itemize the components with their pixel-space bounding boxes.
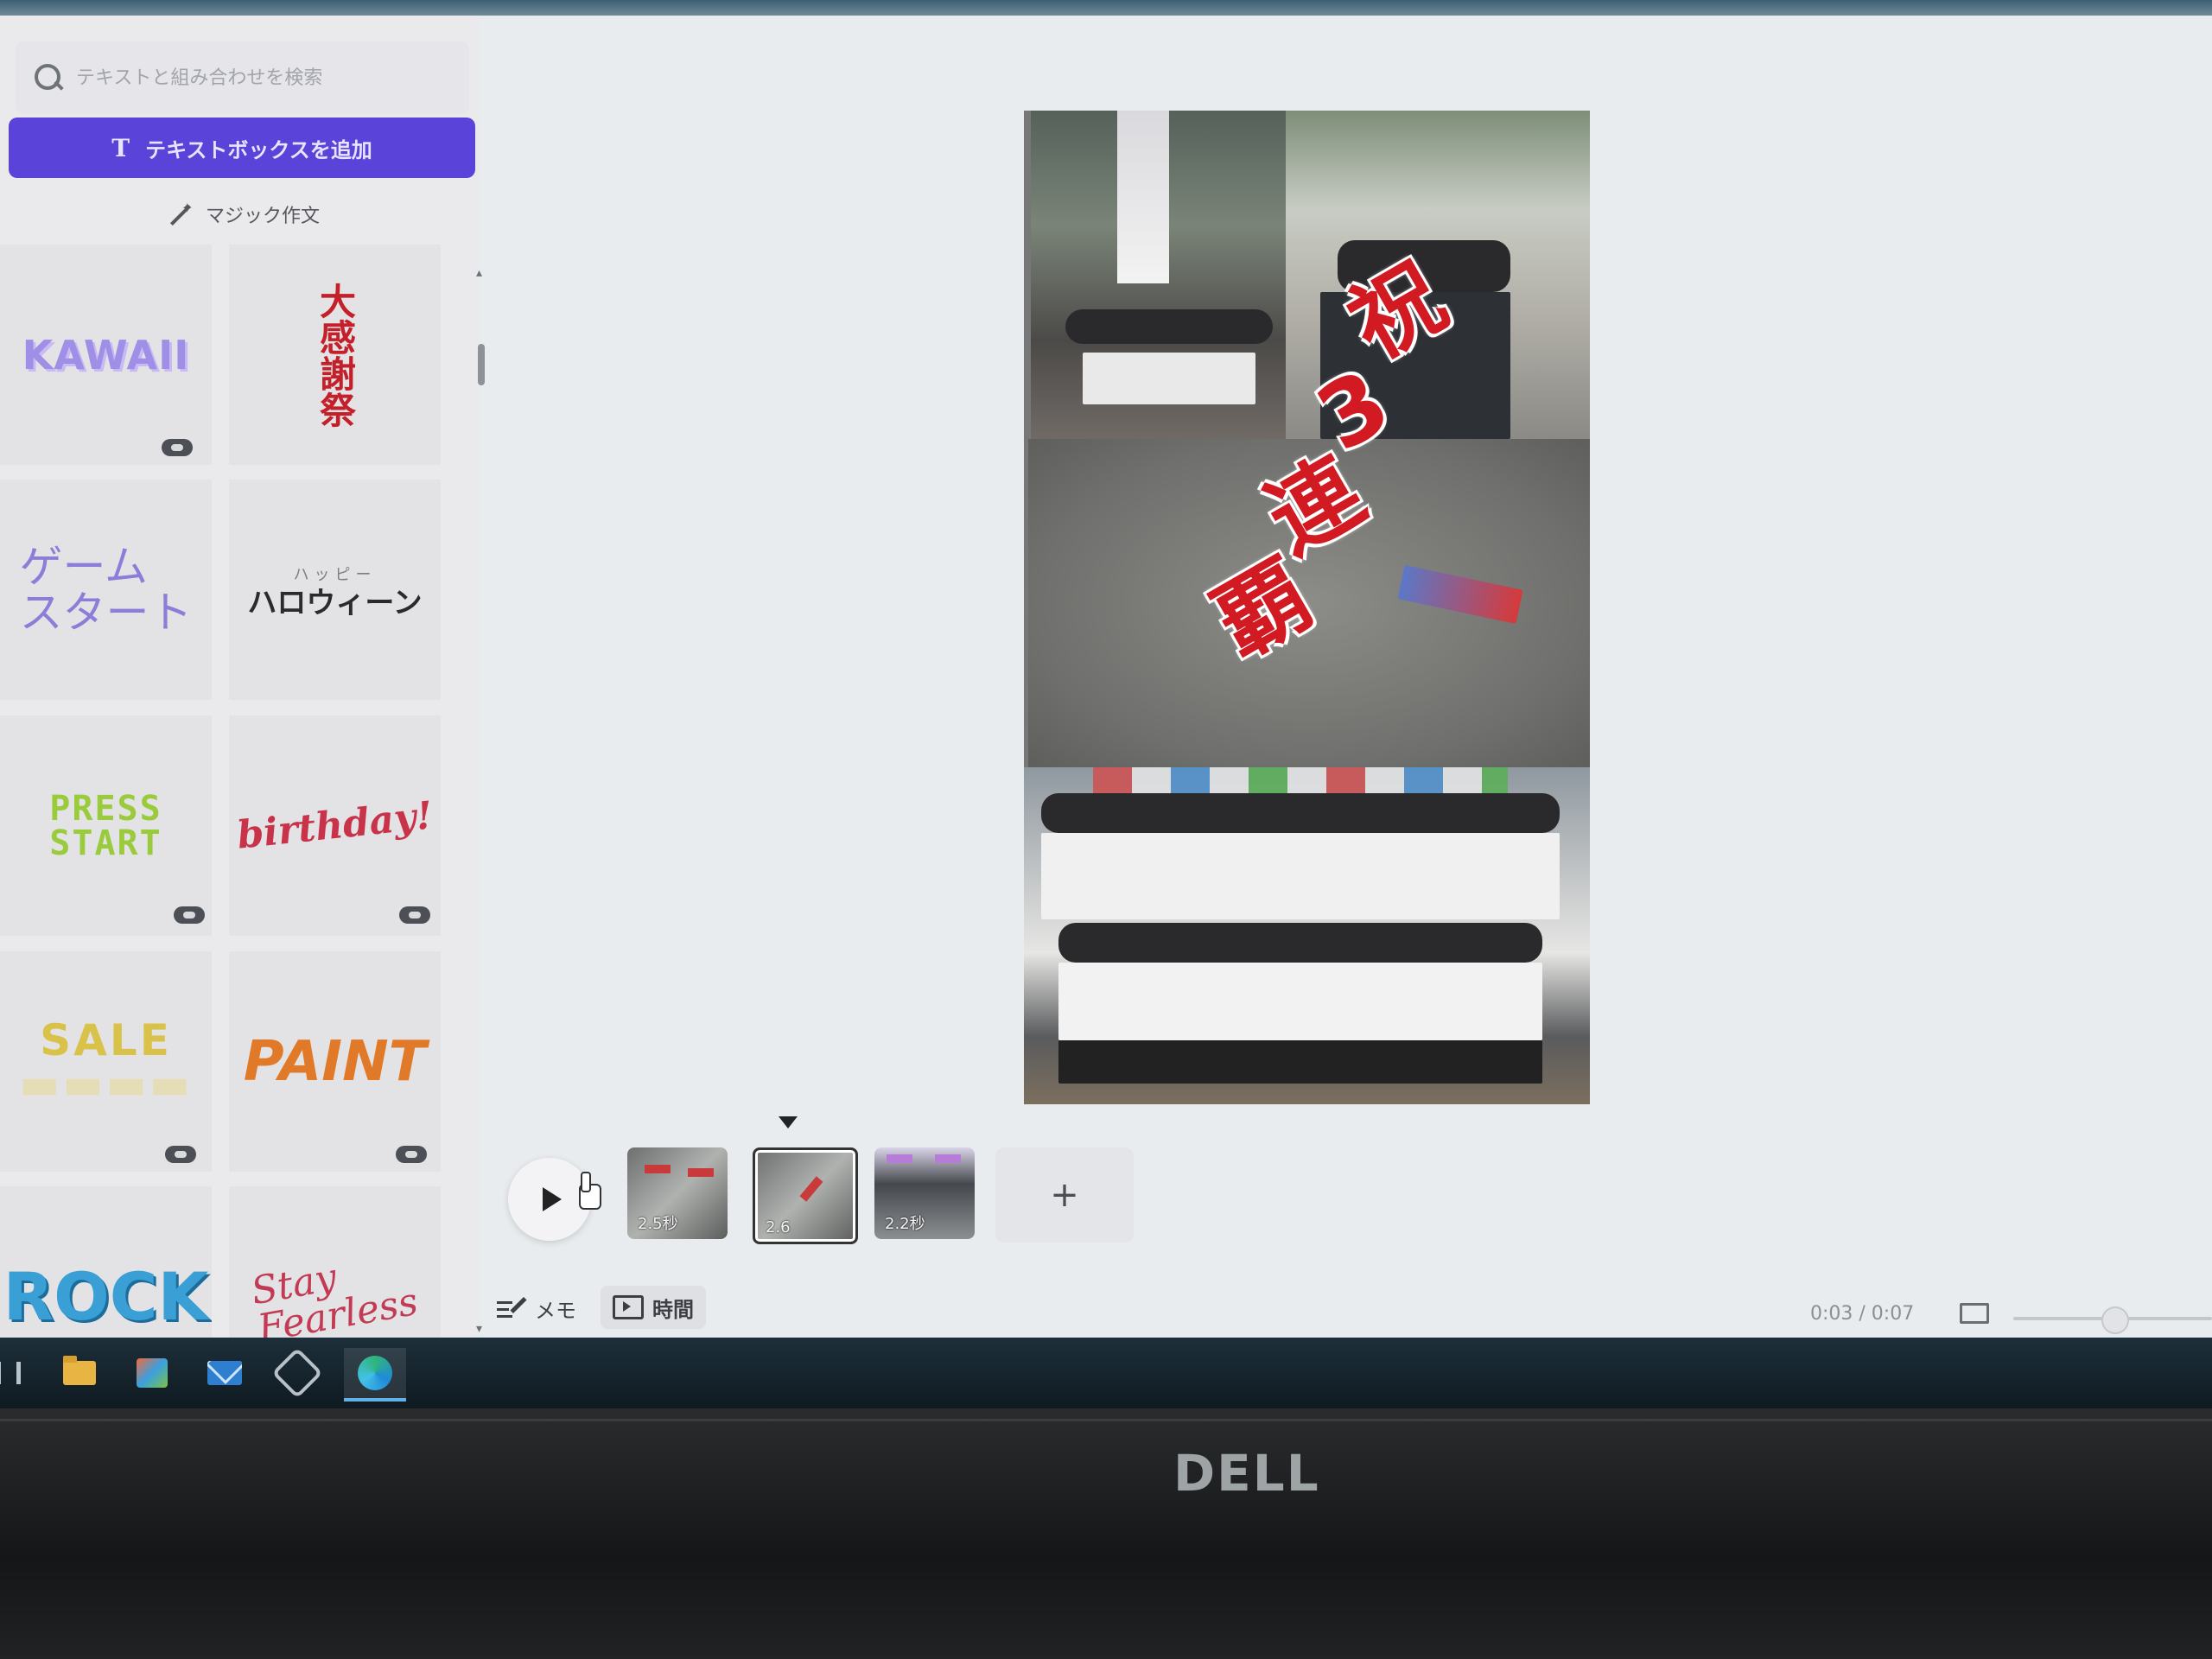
task-view-button[interactable] [0, 1348, 35, 1398]
poster-canvas[interactable]: 祝 3 連 覇 [1024, 111, 1590, 1104]
store-icon [137, 1358, 168, 1388]
style-tile-kawaii[interactable]: KAWAII [0, 245, 212, 465]
monitor-bezel [0, 1408, 2212, 1659]
add-clip-button[interactable]: + [995, 1147, 1134, 1243]
file-explorer-button[interactable] [54, 1348, 105, 1398]
text-search-input[interactable] [74, 66, 441, 90]
photo-shirts [1041, 833, 1560, 919]
style-tile-paint[interactable]: PAINT [229, 951, 441, 1172]
photo-people [1058, 923, 1542, 963]
edge-browser-button[interactable] [344, 1348, 406, 1402]
style-tile-stay-fearless[interactable]: Stay Fearless [229, 1186, 441, 1338]
timeline-clip-1[interactable]: 2.5秒 [627, 1147, 728, 1239]
clip-duration: 2.6 [766, 1218, 791, 1236]
photo-pants [1058, 1040, 1542, 1084]
time-label: 時間 [652, 1297, 694, 1322]
clip-thumb-mark [688, 1168, 714, 1177]
premium-badge [165, 1146, 196, 1163]
play-icon [543, 1187, 562, 1211]
settings-button[interactable] [271, 1347, 323, 1399]
magic-text-label: マジック作文 [205, 206, 320, 227]
style-tile-birthday[interactable]: birthday! [229, 715, 441, 936]
style-tile-press-start[interactable]: PRESS START [0, 715, 212, 936]
clip-thumb-mark [887, 1154, 912, 1163]
clip-duration: 2.5秒 [638, 1215, 678, 1233]
add-textbox-button[interactable]: T テキストボックスを追加 [9, 118, 475, 178]
clip-thumb-mark [935, 1154, 961, 1163]
zoom-slider-handle[interactable] [2101, 1306, 2129, 1334]
clip-thumb-mark [645, 1165, 671, 1173]
fit-screen-icon[interactable] [1960, 1303, 1989, 1324]
timeline-video-icon [613, 1295, 644, 1319]
style-tile-halloween[interactable]: ハッピー ハロウィーン [229, 480, 441, 700]
panel-scrollbar[interactable]: ▴ ▾ [474, 257, 486, 1346]
premium-badge [162, 439, 193, 456]
premium-badge [399, 906, 430, 924]
window-top-strip [0, 0, 2212, 16]
store-button[interactable] [126, 1348, 178, 1398]
task-view-icon [0, 1362, 21, 1384]
app-screen: T テキストボックスを追加 ✦ マジック作文 KAWAII 大感謝祭 ゲーム ス… [0, 0, 2212, 1408]
text-styles-panel: T テキストボックスを追加 ✦ マジック作文 KAWAII 大感謝祭 ゲーム ス… [0, 16, 485, 1338]
time-button[interactable]: 時間 [601, 1286, 706, 1329]
style-preview-ruby: ハッピー [293, 565, 377, 584]
timeline-clip-3[interactable]: 2.2秒 [874, 1147, 975, 1239]
monitor-brand-logo: DELL [1173, 1444, 1320, 1503]
edge-browser-icon [358, 1356, 392, 1390]
clip-thumb-mark [799, 1176, 823, 1202]
style-preview-text: Stay Fearless [248, 1255, 422, 1338]
settings-icon [271, 1347, 323, 1399]
style-preview-text: 大感謝祭 [314, 282, 357, 428]
photo-banner [1117, 111, 1169, 283]
text-search-box[interactable] [16, 41, 469, 114]
photo-shirts [1058, 963, 1542, 1040]
playback-time-readout: 0:03 / 0:07 [1810, 1303, 1915, 1325]
hand-cursor-icon [574, 1172, 603, 1210]
style-preview-text: ゲーム スタート [19, 542, 193, 638]
scrollbar-thumb[interactable] [478, 344, 485, 385]
style-tile-daikanshasai[interactable]: 大感謝祭 [229, 245, 441, 465]
memo-label: メモ [535, 1298, 576, 1323]
mail-button[interactable] [199, 1348, 251, 1398]
style-tile-rock[interactable]: ROCK [0, 1186, 212, 1338]
celebration-text[interactable]: 祝 3 連 覇 [1198, 243, 1478, 715]
style-tile-sale[interactable]: SALE ▬▬▬▬ [0, 951, 212, 1172]
text-icon: T [111, 133, 130, 162]
text-style-grid: KAWAII 大感謝祭 ゲーム スタート ハッピー ハロウィーン PRESS S… [0, 245, 467, 1338]
photo-group-certificates [1024, 767, 1590, 1104]
style-preview-text: PAINT [243, 1029, 427, 1094]
premium-badge [174, 906, 205, 924]
windows-taskbar [0, 1338, 2212, 1408]
style-preview-text: KAWAII [22, 331, 190, 378]
file-explorer-icon [63, 1356, 96, 1385]
style-preview-text: SALE [40, 1014, 172, 1065]
memo-pen-icon [497, 1296, 527, 1320]
timeline-clip-2[interactable]: 2.6 [753, 1147, 858, 1244]
style-preview-text: birthday! [234, 792, 435, 858]
premium-badge [396, 1146, 427, 1163]
playhead-marker-icon[interactable] [779, 1116, 798, 1128]
scroll-up-icon[interactable]: ▴ [476, 266, 482, 280]
style-preview-text: PRESS START [49, 788, 162, 863]
clip-duration: 2.2秒 [885, 1215, 925, 1233]
sale-echo: ▬▬▬▬ [19, 1058, 193, 1109]
style-preview-text: ROCK [3, 1257, 209, 1335]
scroll-down-icon[interactable]: ▾ [476, 1322, 482, 1336]
magic-wand-icon: ✦ [164, 201, 195, 227]
style-preview-text: ハロウィーン [247, 585, 423, 620]
bezel-edge [0, 1419, 2212, 1421]
add-textbox-label: テキストボックスを追加 [145, 137, 372, 162]
search-icon [31, 60, 66, 95]
style-tile-game-start[interactable]: ゲーム スタート [0, 480, 212, 700]
magic-text-button[interactable]: ✦ マジック作文 [9, 188, 475, 240]
memo-button[interactable]: メモ [497, 1289, 576, 1327]
mail-icon [207, 1361, 242, 1385]
photo-people [1041, 793, 1560, 833]
plus-icon: + [1050, 1175, 1079, 1215]
